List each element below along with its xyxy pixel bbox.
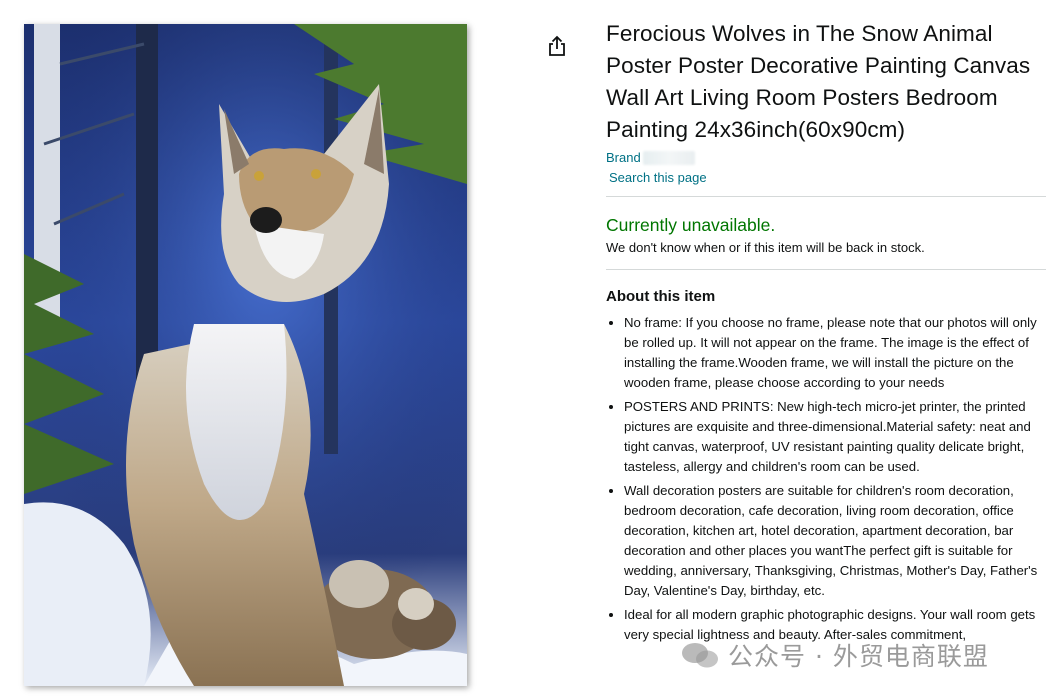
wolf-painting-image xyxy=(24,24,467,686)
product-title: Ferocious Wolves in The Snow Animal Post… xyxy=(606,21,1031,142)
list-item: Ideal for all modern graphic photographi… xyxy=(624,605,1046,645)
product-details: Ferocious Wolves in The Snow Animal Post… xyxy=(606,18,1046,649)
share-icon xyxy=(549,35,565,56)
list-item: POSTERS AND PRINTS: New high-tech micro-… xyxy=(624,397,1046,477)
list-item: No frame: If you choose no frame, please… xyxy=(624,313,1046,393)
brand-row[interactable]: Brand xyxy=(606,150,1046,166)
divider xyxy=(606,269,1046,270)
list-item: Wall decoration posters are suitable for… xyxy=(624,481,1046,601)
divider xyxy=(606,196,1046,197)
product-image[interactable] xyxy=(24,24,467,686)
about-bullets-list: No frame: If you choose no frame, please… xyxy=(606,313,1046,645)
availability-status: Currently unavailable. xyxy=(606,215,776,235)
search-this-page-link[interactable]: Search this page xyxy=(609,170,1046,186)
share-button[interactable] xyxy=(545,34,569,58)
brand-name-redacted xyxy=(642,151,695,165)
availability-note: We don't know when or if this item will … xyxy=(606,240,925,255)
about-this-item-heading: About this item xyxy=(606,288,716,305)
brand-label[interactable]: Brand xyxy=(606,150,641,166)
